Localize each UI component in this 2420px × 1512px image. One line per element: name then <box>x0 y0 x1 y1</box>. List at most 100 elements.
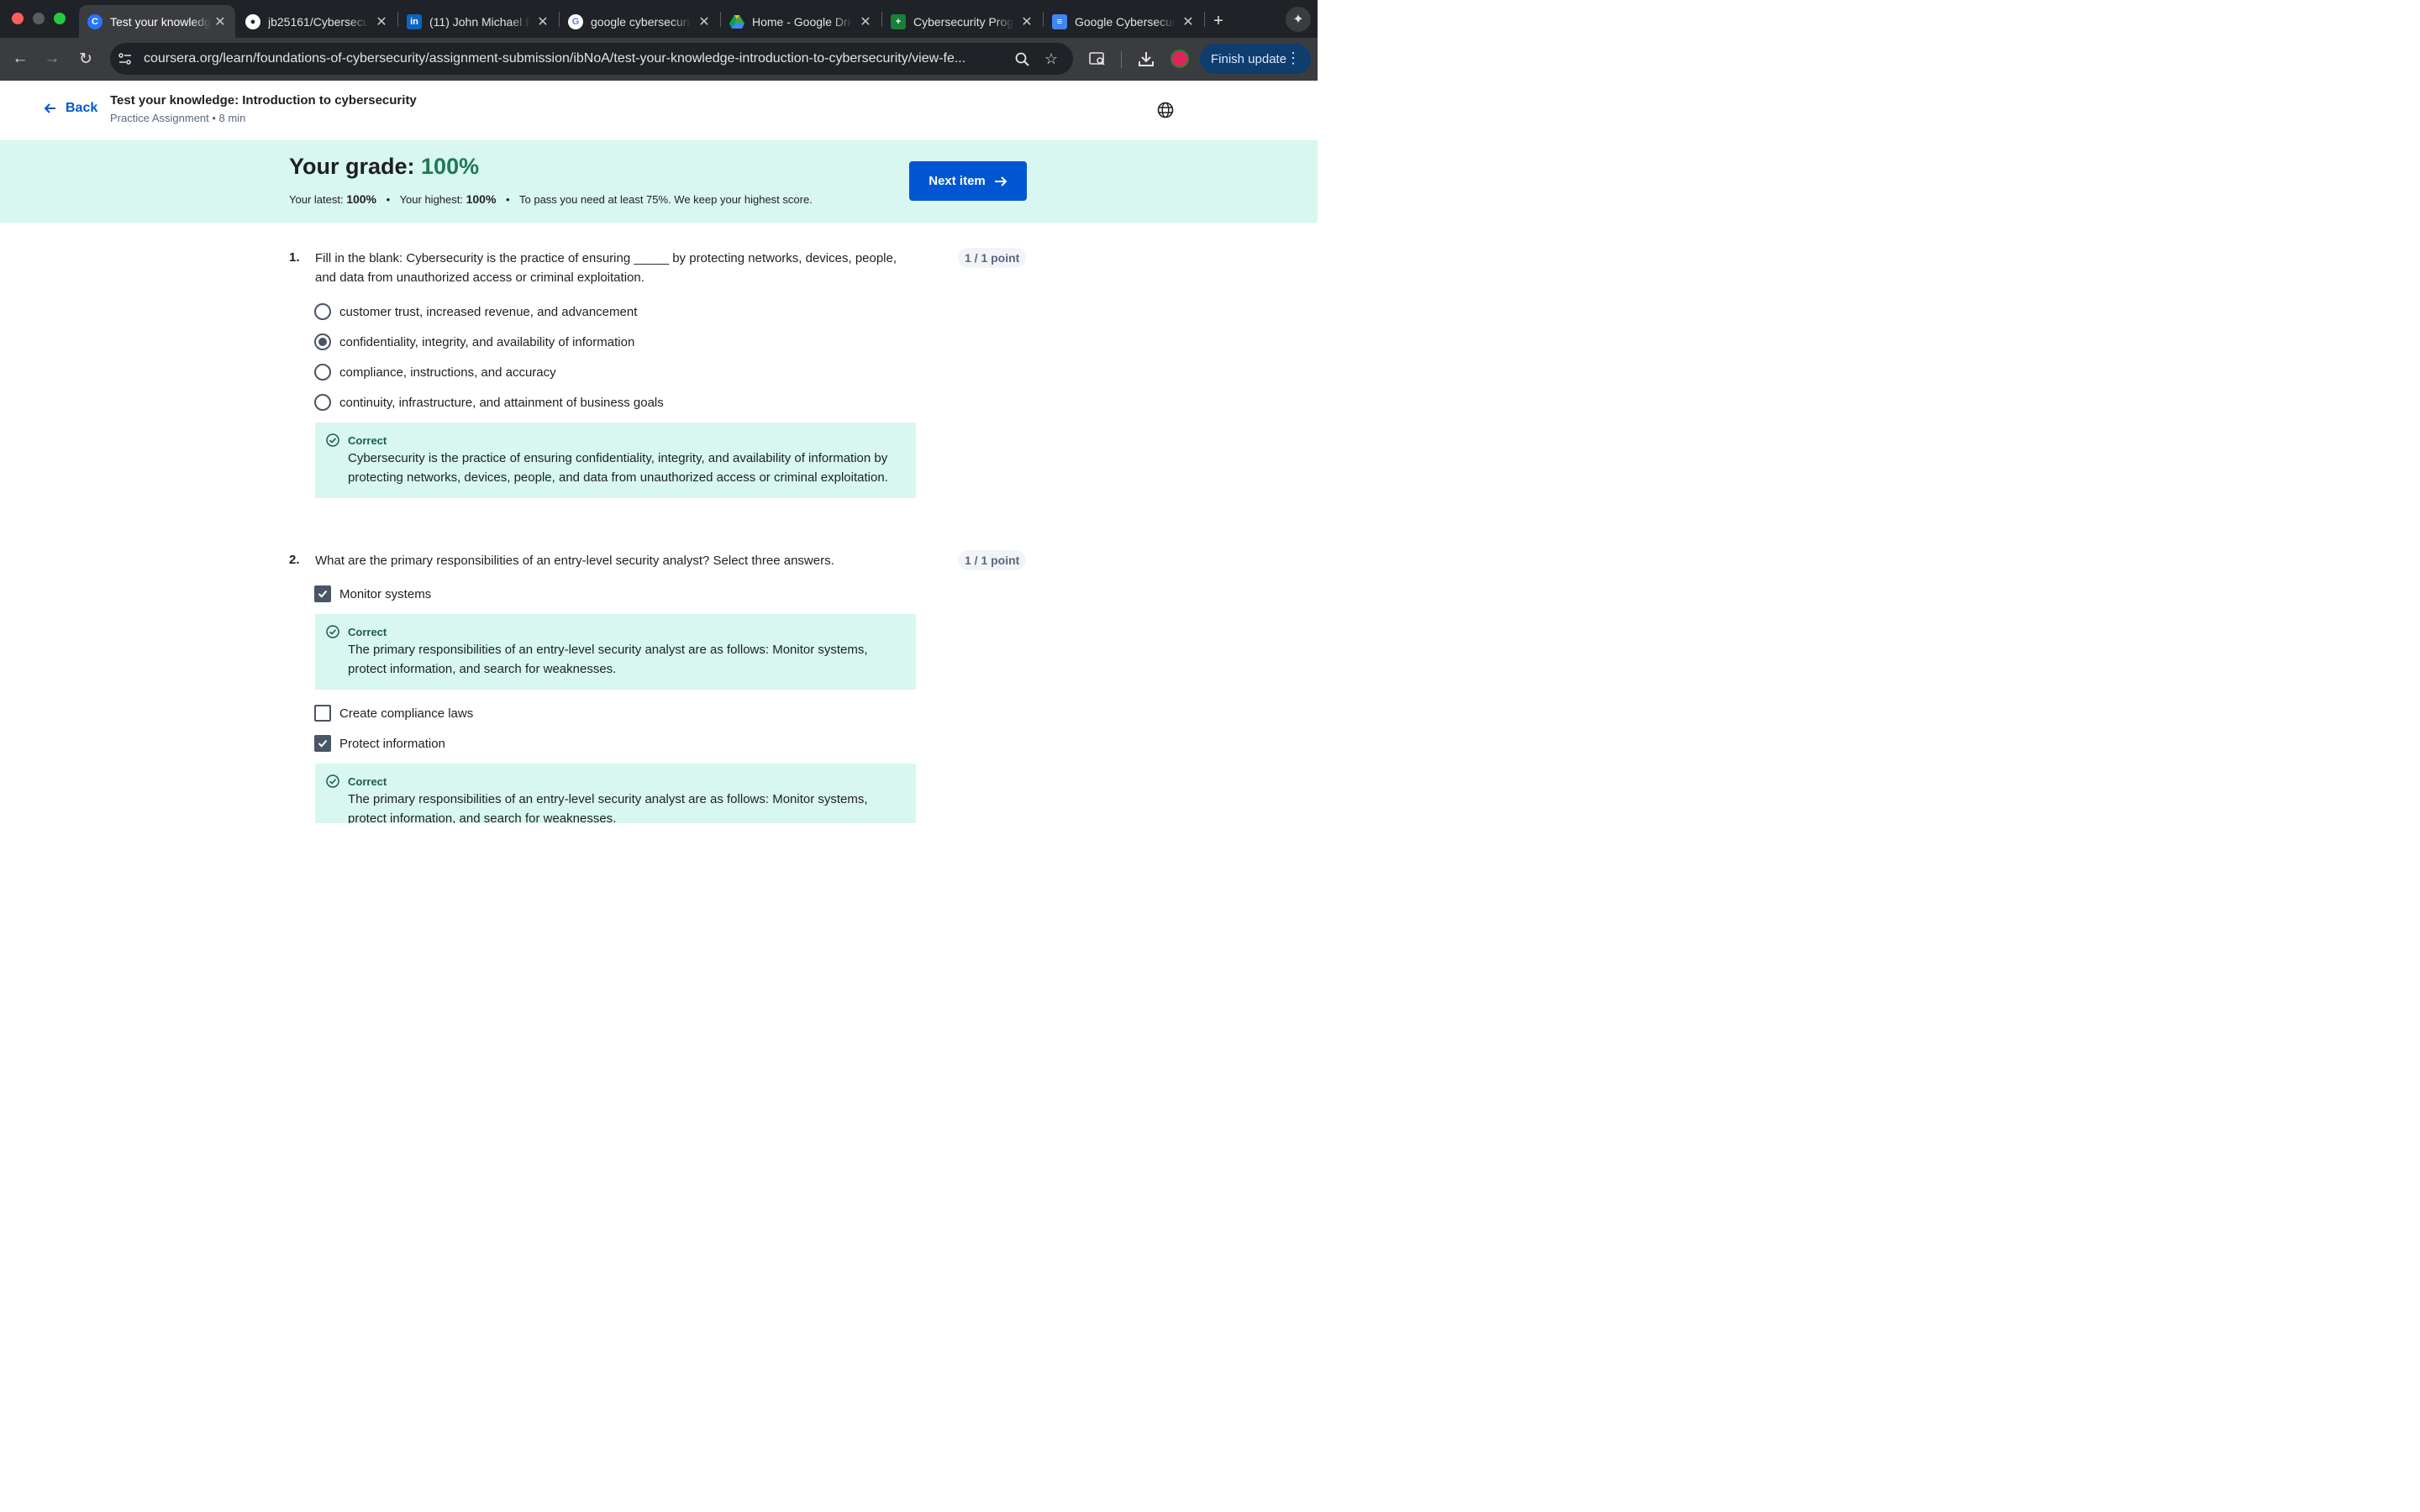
close-tab-icon[interactable]: ✕ <box>859 13 872 30</box>
tab-linkedin[interactable]: in (11) John Michael B ✕ <box>398 5 558 38</box>
close-tab-icon[interactable]: ✕ <box>213 13 227 30</box>
radio-button[interactable] <box>314 394 331 411</box>
tab-google-docs[interactable]: ≡ Google Cybersecurity ✕ <box>1044 5 1203 38</box>
points-badge: 1 / 1 point <box>958 550 1027 570</box>
arrow-left-icon <box>44 103 55 113</box>
address-bar[interactable]: coursera.org/learn/foundations-of-cybers… <box>110 43 1073 75</box>
feedback-label: Correct <box>348 626 387 638</box>
close-tab-icon[interactable]: ✕ <box>1020 13 1034 30</box>
check-circle-icon <box>326 433 339 447</box>
linkedin-icon: in <box>407 13 422 29</box>
close-tab-icon[interactable]: ✕ <box>1181 13 1195 30</box>
option-label: customer trust, increased revenue, and a… <box>339 304 638 319</box>
github-icon: ● <box>245 13 260 29</box>
back-label: Back <box>66 101 98 115</box>
page-subtitle: Practice Assignment • 8 min <box>110 112 246 124</box>
grade-summary: Your latest: 100% • Your highest: 100% •… <box>289 192 813 206</box>
browser-tab-bar: C Test your knowledge: Introduction to c… <box>0 0 1318 38</box>
zoom-icon[interactable] <box>1013 50 1030 67</box>
feedback-correct: Correct Cybersecurity is the practice of… <box>315 423 916 498</box>
question-text: What are the primary responsibilities of… <box>315 554 834 568</box>
coursera-icon: C <box>87 13 103 29</box>
tab-github[interactable]: ● jb25161/Cybersecurity ✕ <box>237 5 397 38</box>
tab-search-icon[interactable] <box>1088 50 1107 68</box>
tab-title: Home - Google Drive <box>752 14 853 29</box>
option-label: confidentiality, integrity, and availabi… <box>339 334 635 349</box>
url-text[interactable]: coursera.org/learn/foundations-of-cybers… <box>144 51 965 66</box>
globe-icon[interactable] <box>1157 102 1174 118</box>
next-item-button[interactable]: Next item <box>909 161 1027 201</box>
close-window-button[interactable] <box>12 13 24 24</box>
finish-update-label: Finish update <box>1211 51 1287 66</box>
bookmark-star-icon[interactable]: ☆ <box>1043 50 1060 67</box>
tab-google-drive[interactable]: Home - Google Drive ✕ <box>721 5 881 38</box>
answer-option[interactable]: compliance, instructions, and accuracy <box>314 363 556 381</box>
close-tab-icon[interactable]: ✕ <box>536 13 550 30</box>
close-tab-icon[interactable]: ✕ <box>375 13 388 30</box>
option-label: compliance, instructions, and accuracy <box>339 365 556 380</box>
toolbar-divider <box>1121 51 1122 68</box>
new-tab-button[interactable]: + <box>1208 5 1228 38</box>
tab-title: Test your knowledge: Introduction to cyb… <box>110 14 211 29</box>
tab-google-search[interactable]: G google cybersecurity ✕ <box>560 5 719 38</box>
page-title: Test your knowledge: Introduction to cyb… <box>110 93 417 108</box>
pass-requirement-text: To pass you need at least 75%. We keep y… <box>519 193 813 206</box>
question-number: 2. <box>289 553 300 567</box>
gemini-sparkle-icon[interactable]: ✦ <box>1286 7 1311 32</box>
profile-avatar-icon[interactable] <box>1171 50 1189 68</box>
site-settings-icon[interactable] <box>117 50 134 67</box>
checkmark-icon <box>318 739 328 748</box>
radio-button[interactable] <box>314 364 331 381</box>
checkbox[interactable] <box>314 705 331 722</box>
google-icon: G <box>568 13 583 29</box>
grade-heading: Your grade: 100% <box>289 154 479 180</box>
grade-value: 100% <box>421 154 480 179</box>
answer-option[interactable]: Monitor systems <box>314 585 431 603</box>
forward-arrow-icon[interactable]: → <box>41 48 63 70</box>
answer-option[interactable]: Protect information <box>314 734 445 753</box>
finish-update-button[interactable]: Finish update ⋮ <box>1200 44 1311 74</box>
maximize-window-button[interactable] <box>54 13 66 24</box>
option-label: Protect information <box>339 736 445 751</box>
minimize-window-button[interactable] <box>33 13 45 24</box>
points-badge: 1 / 1 point <box>958 248 1027 268</box>
answer-option[interactable]: confidentiality, integrity, and availabi… <box>314 333 634 351</box>
checkmark-icon <box>318 590 328 598</box>
feedback-text: Cybersecurity is the practice of ensurin… <box>348 451 888 485</box>
answer-option[interactable]: customer trust, increased revenue, and a… <box>314 302 637 321</box>
tab-coursera[interactable]: C Test your knowledge: Introduction to c… <box>79 5 235 38</box>
feedback-text: The primary responsibilities of an entry… <box>348 643 868 676</box>
downloads-icon[interactable] <box>1137 50 1155 68</box>
google-sheets-icon: + <box>891 13 906 29</box>
latest-label: Your latest: <box>289 193 347 206</box>
answer-option[interactable]: continuity, infrastructure, and attainme… <box>314 393 664 412</box>
feedback-text: The primary responsibilities of an entry… <box>348 792 868 823</box>
feedback-correct: Correct The primary responsibilities of … <box>315 764 916 823</box>
feedback-correct: Correct The primary responsibilities of … <box>315 614 916 690</box>
highest-value: 100% <box>466 192 497 206</box>
highest-label: Your highest: <box>399 193 466 206</box>
question-text: Fill in the blank: Cybersecurity is the … <box>315 251 897 285</box>
answer-option[interactable]: Create compliance laws <box>314 704 473 722</box>
check-circle-icon <box>326 774 339 788</box>
tab-title: (11) John Michael B <box>429 14 530 29</box>
more-menu-icon[interactable]: ⋮ <box>1286 50 1301 66</box>
checkbox-checked[interactable] <box>314 585 331 602</box>
radio-button-selected[interactable] <box>314 333 331 350</box>
question-number: 1. <box>289 250 300 265</box>
reload-icon[interactable]: ↻ <box>75 48 97 70</box>
option-label: Monitor systems <box>339 586 432 601</box>
close-tab-icon[interactable]: ✕ <box>697 13 711 30</box>
back-link[interactable]: Back <box>44 101 97 116</box>
google-docs-icon: ≡ <box>1052 13 1067 29</box>
back-arrow-icon[interactable]: ← <box>9 48 31 70</box>
latest-value: 100% <box>346 192 376 206</box>
tab-google-sheets[interactable]: + Cybersecurity Program ✕ <box>882 5 1042 38</box>
check-circle-icon <box>326 625 339 638</box>
checkbox-checked[interactable] <box>314 735 331 752</box>
next-item-label: Next item <box>929 174 986 188</box>
tab-title: Google Cybersecurity <box>1075 14 1176 29</box>
option-label: continuity, infrastructure, and attainme… <box>339 395 664 410</box>
grade-label: Your grade: <box>289 154 422 179</box>
radio-button[interactable] <box>314 303 331 320</box>
